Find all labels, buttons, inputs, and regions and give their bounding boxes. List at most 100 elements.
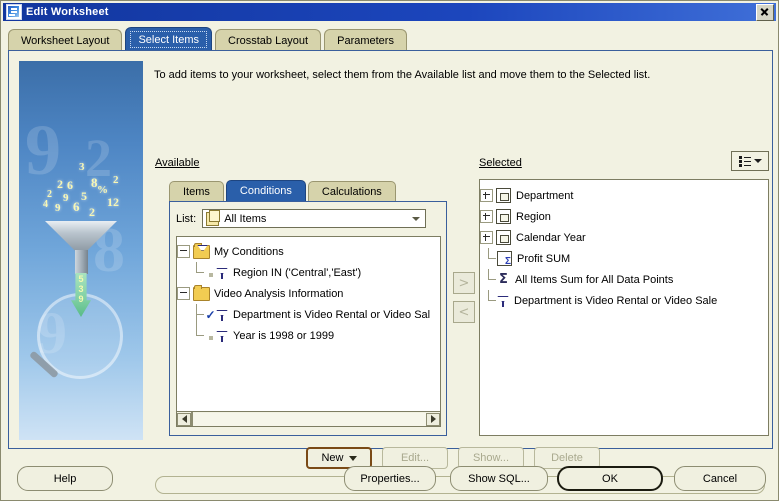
list-view-icon [738, 155, 751, 167]
show-sql-button-label: Show SQL... [468, 472, 530, 485]
properties-button-label: Properties... [360, 472, 420, 485]
tab-label: Parameters [337, 34, 394, 47]
list-label: List: [176, 212, 197, 225]
main-tab-strip: Worksheet Layout Select Items Crosstab L… [8, 25, 773, 51]
available-panel: List: All Items My Conditions Region IN … [169, 201, 447, 436]
funnel-magnifier-illustration: 9 2 8 9 3 8 2 2 6 % 2 9 5 12 4 9 6 2 5 3… [19, 61, 143, 440]
filter-icon [216, 309, 228, 321]
floating-number: 6 [67, 178, 73, 192]
floating-number: 2 [89, 205, 95, 219]
remove-from-selected-button[interactable]: < [453, 301, 475, 323]
app-icon [6, 4, 22, 20]
checkbox-unchecked-icon[interactable] [205, 330, 216, 342]
tab-label: Crosstab Layout [228, 34, 309, 47]
floating-number: 5 [81, 189, 87, 203]
filter-icon [216, 330, 228, 342]
selected-item-label: All Items Sum for All Data Points [515, 273, 674, 286]
tab-items[interactable]: Items [169, 181, 224, 201]
available-horizontal-scrollbar[interactable] [176, 411, 441, 427]
list-dropdown-value: All Items [224, 212, 267, 225]
collapse-icon[interactable] [177, 287, 190, 300]
tab-select-items[interactable]: Select Items [125, 27, 212, 51]
selected-item-label: Calendar Year [516, 231, 586, 244]
folder-filter-icon [193, 242, 210, 259]
add-to-selected-button[interactable]: > [453, 272, 475, 294]
floating-number: 2 [57, 177, 63, 191]
close-icon[interactable] [756, 3, 774, 21]
selected-panel[interactable]: Department Region Calendar Year Profit S… [479, 179, 769, 436]
selected-item-label: Region [516, 210, 551, 223]
tab-label: Conditions [239, 185, 292, 197]
floating-number: 9 [55, 202, 61, 214]
ok-button-label: OK [602, 472, 618, 485]
selected-item-label: Department [516, 189, 574, 202]
tree-elbow [191, 304, 205, 325]
scroll-left-icon[interactable] [177, 412, 191, 426]
tree-node-label: Region IN ('Central','East') [233, 266, 362, 279]
tab-label: Items [183, 185, 210, 198]
tab-calculations[interactable]: Calculations [307, 181, 396, 201]
tab-parameters[interactable]: Parameters [324, 29, 407, 51]
chevron-down-icon [753, 159, 762, 163]
scrollbar-track[interactable] [191, 411, 426, 426]
tree-node-region-in[interactable]: Region IN ('Central','East') [177, 262, 440, 283]
item-icon [496, 230, 511, 245]
tree-node-label: Video Analysis Information [214, 287, 344, 300]
list-filter-row: List: All Items [176, 209, 427, 228]
item-icon [496, 188, 511, 203]
tab-label: Calculations [321, 185, 382, 198]
collapse-icon[interactable] [177, 245, 190, 258]
tree-node-label: Year is 1998 or 1999 [233, 329, 335, 342]
selected-item-calendar-year[interactable]: Calendar Year [480, 227, 768, 248]
document-stack-icon [206, 209, 221, 226]
checkbox-checked-icon[interactable]: ✓ [205, 309, 216, 321]
selected-item-label: Profit SUM [517, 252, 571, 265]
instruction-text: To add items to your worksheet, select t… [154, 69, 651, 81]
title-bar: Edit Worksheet [3, 3, 776, 21]
floating-number: 4 [43, 199, 48, 210]
conditions-tree[interactable]: My Conditions Region IN ('Central','East… [176, 236, 441, 412]
tab-label: Worksheet Layout [21, 34, 110, 47]
transfer-button-group: > < [453, 272, 475, 323]
expand-icon[interactable] [480, 210, 493, 223]
show-sql-button[interactable]: Show SQL... [450, 466, 548, 491]
selected-item-department[interactable]: Department [480, 185, 768, 206]
tree-node-label: Department is Video Rental or Video Sal [233, 308, 431, 321]
list-dropdown[interactable]: All Items [202, 209, 427, 228]
expand-icon[interactable] [480, 231, 493, 244]
chevron-down-icon [412, 216, 421, 221]
help-button[interactable]: Help [17, 466, 113, 491]
tree-node-video-analysis-information[interactable]: Video Analysis Information [177, 283, 440, 304]
dialog-footer: Help Properties... Show SQL... OK Cancel [1, 458, 778, 500]
funnel-stem [75, 250, 88, 274]
add-button-label: > [458, 275, 470, 291]
selected-item-department-condition[interactable]: Department is Video Rental or Video Sale [480, 290, 768, 311]
expand-icon[interactable] [480, 189, 493, 202]
checkbox-unchecked-icon[interactable] [205, 267, 216, 279]
tree-node-department-condition[interactable]: ✓ Department is Video Rental or Video Sa… [177, 304, 440, 325]
selected-item-all-items-sum[interactable]: Σ All Items Sum for All Data Points [480, 269, 768, 290]
folder-icon [193, 284, 210, 301]
properties-button[interactable]: Properties... [344, 466, 436, 491]
edit-worksheet-dialog: Edit Worksheet Worksheet Layout Select I… [0, 0, 779, 501]
view-options-button[interactable] [731, 151, 769, 171]
selected-item-region[interactable]: Region [480, 206, 768, 227]
help-button-label: Help [53, 472, 77, 485]
tree-node-year-condition[interactable]: Year is 1998 or 1999 [177, 325, 440, 346]
selected-item-profit-sum[interactable]: Profit SUM [480, 248, 768, 269]
tree-elbow [191, 262, 205, 283]
cancel-button-label: Cancel [702, 472, 738, 485]
arrow-number: 5 [78, 274, 84, 284]
tab-conditions[interactable]: Conditions [225, 180, 306, 201]
cancel-button[interactable]: Cancel [674, 466, 766, 491]
tree-elbow [483, 290, 497, 311]
scroll-right-icon[interactable] [426, 412, 440, 426]
ok-button[interactable]: OK [557, 466, 663, 491]
tab-label: Select Items [138, 33, 199, 46]
tab-worksheet-layout[interactable]: Worksheet Layout [8, 29, 123, 51]
tree-node-my-conditions[interactable]: My Conditions [177, 241, 440, 262]
tab-crosstab-layout[interactable]: Crosstab Layout [215, 29, 322, 51]
scrollbar-thumb[interactable] [191, 411, 193, 426]
floating-number: 3 [79, 161, 85, 173]
selected-item-label: Department is Video Rental or Video Sale [514, 294, 718, 307]
